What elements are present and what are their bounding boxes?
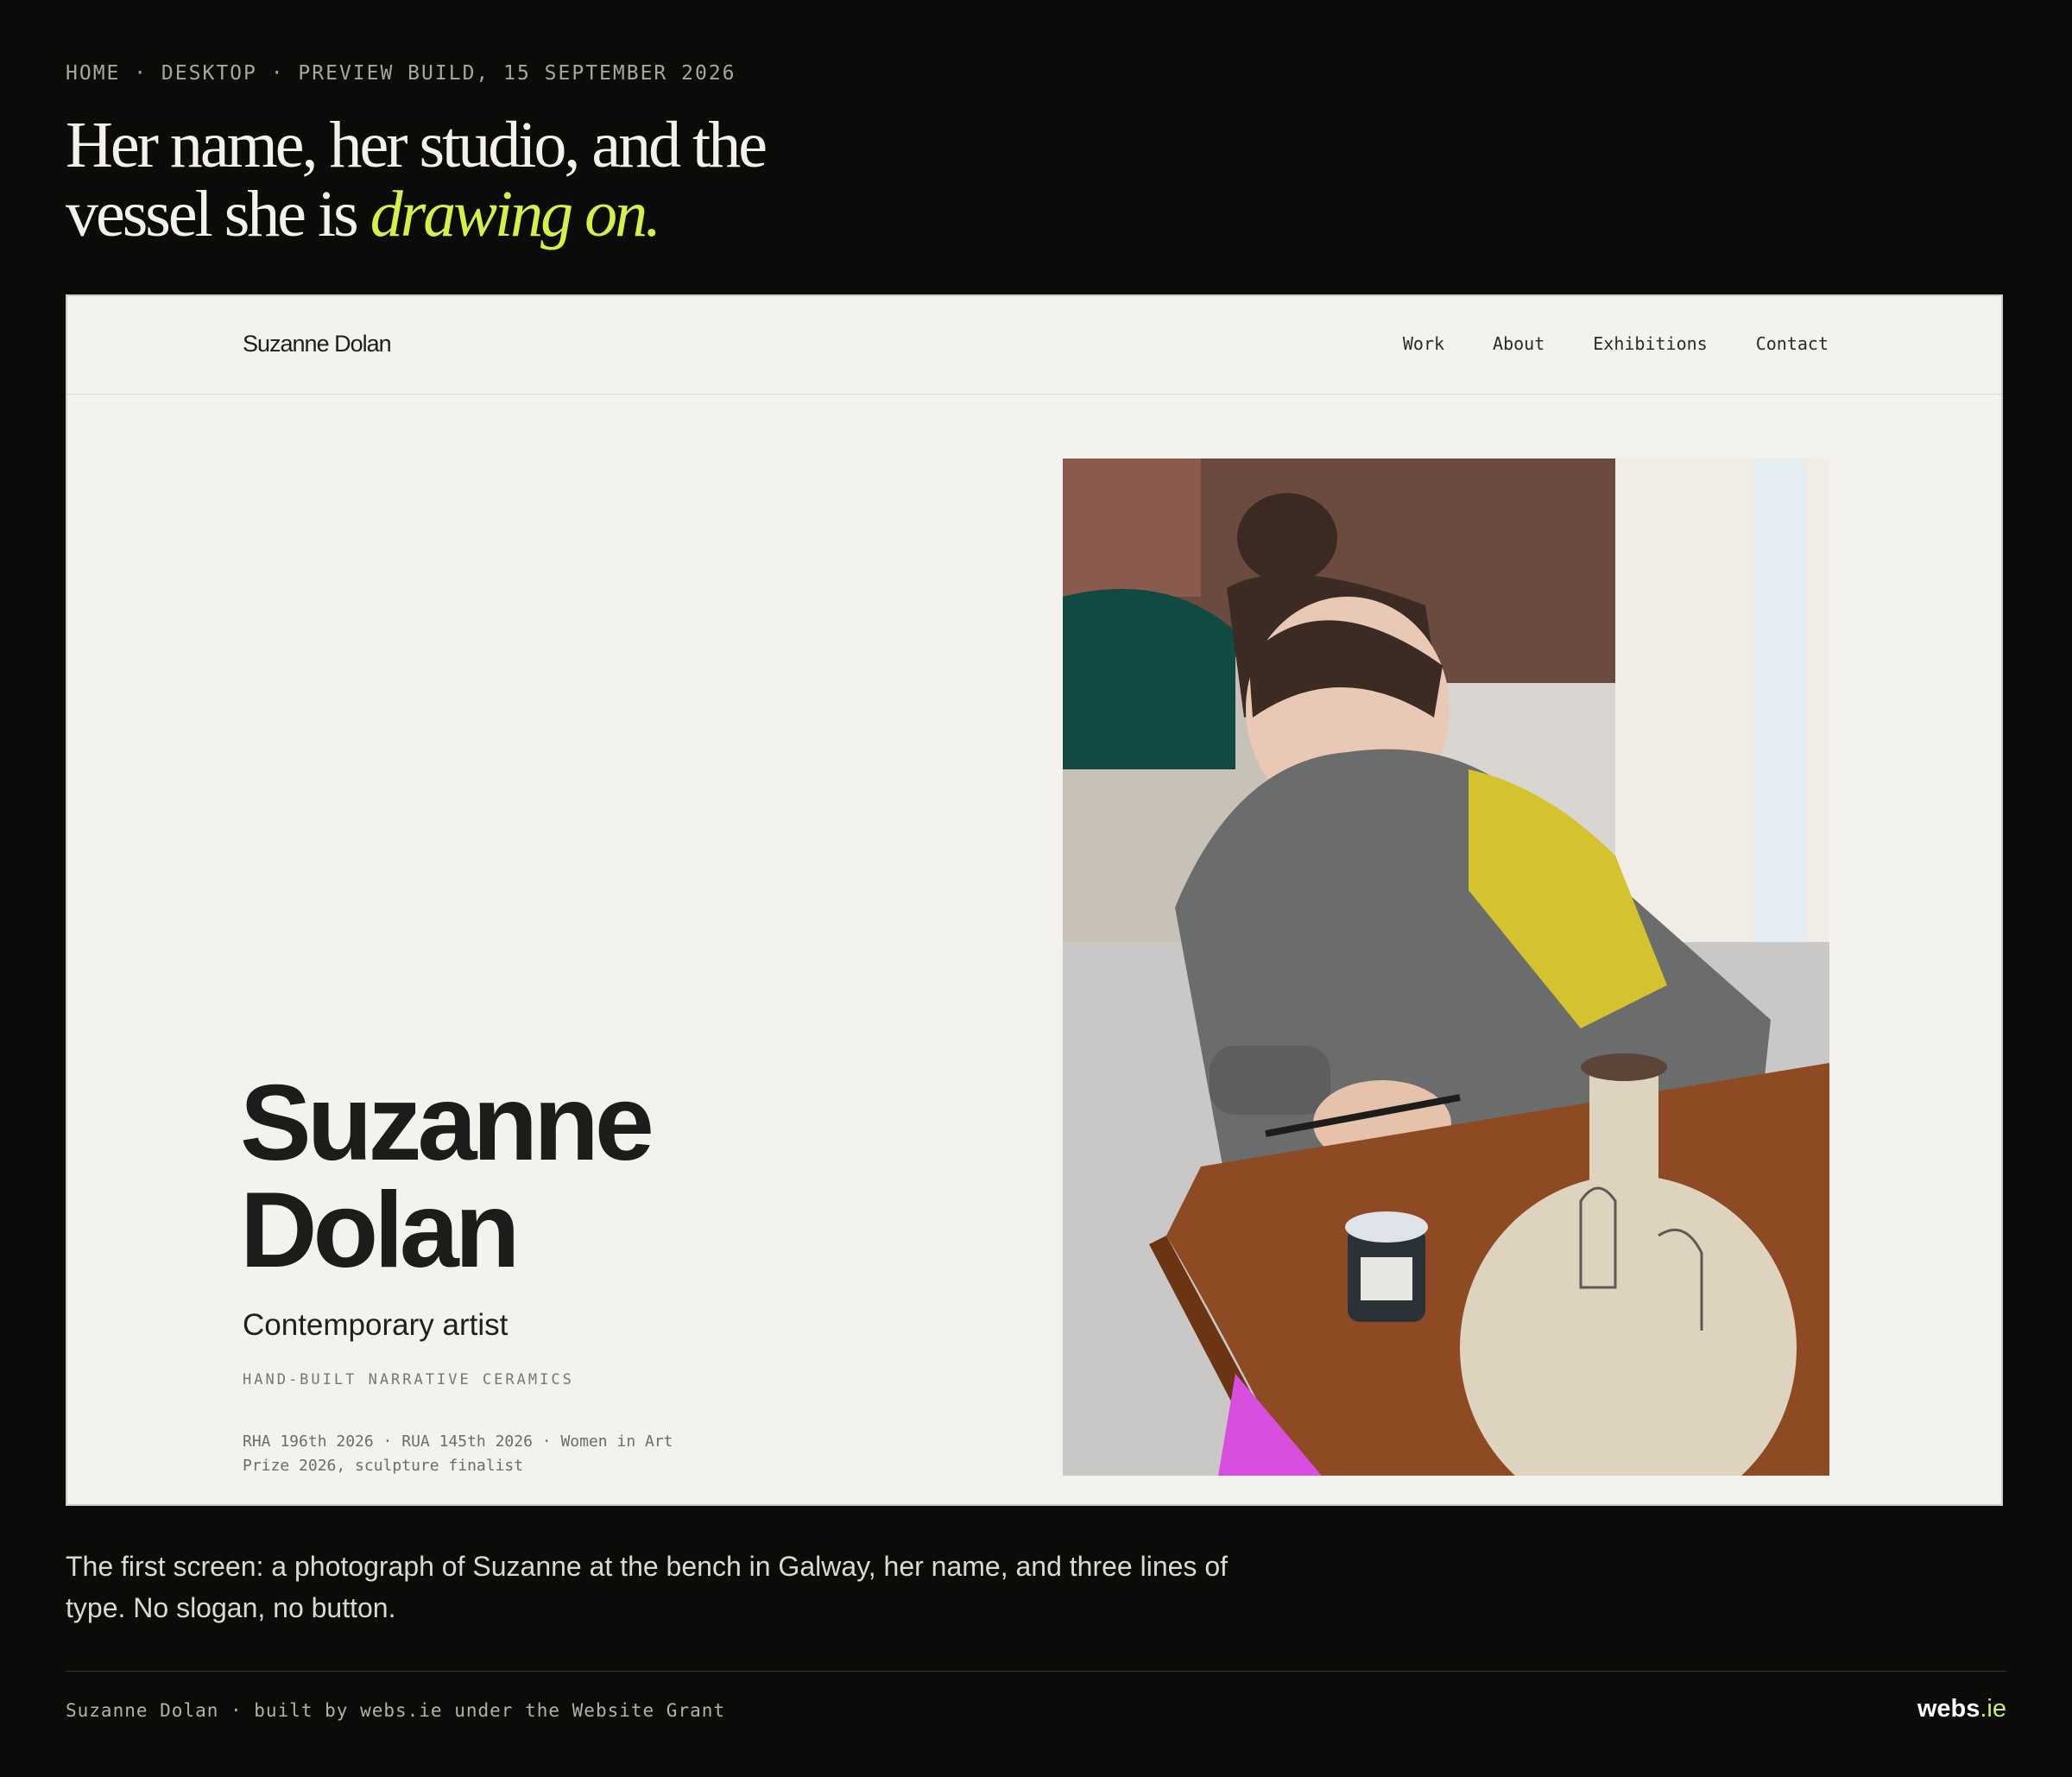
headline-accent: drawing on.: [370, 178, 661, 250]
footer-brand-logo[interactable]: webs.ie: [1917, 1695, 2006, 1723]
awards-line-1: RHA 196th 2026 · RUA 145th 2026 · Women …: [243, 1432, 673, 1451]
hero-photo-artist-at-bench: [1063, 458, 1829, 1476]
desktop-preview-frame: Suzanne Dolan Work About Exhibitions Con…: [66, 294, 2003, 1506]
hero-awards: RHA 196th 2026 · RUA 145th 2026 · Women …: [243, 1430, 778, 1478]
hero-name-last: Dolan: [240, 1171, 520, 1290]
breadcrumb: HOME · DESKTOP · PREVIEW BUILD, 15 SEPTE…: [66, 62, 736, 85]
headline-line-2: vessel she is: [66, 178, 370, 250]
hero-name-first: Suzanne: [240, 1064, 654, 1183]
brand-name: webs: [1917, 1695, 1980, 1723]
nav-about[interactable]: About: [1493, 333, 1545, 354]
awards-line-2: Prize 2026, sculpture finalist: [243, 1457, 524, 1475]
page-headline: Her name, her studio, and the vessel she…: [66, 111, 843, 249]
hero-artist-name: Suzanne Dolan: [240, 1070, 654, 1284]
nav-work[interactable]: Work: [1403, 333, 1444, 354]
footer-divider: [66, 1671, 2006, 1672]
nav-exhibitions[interactable]: Exhibitions: [1593, 333, 1707, 354]
hero-role: Contemporary artist: [243, 1308, 509, 1342]
footer-credit: Suzanne Dolan · built by webs.ie under t…: [66, 1700, 726, 1721]
headline-line-1: Her name, her studio, and the: [66, 109, 768, 181]
site-logo[interactable]: Suzanne Dolan: [243, 331, 392, 357]
site-nav: Work About Exhibitions Contact: [1403, 333, 1829, 354]
hero-discipline: HAND-BUILT NARRATIVE CERAMICS: [243, 1371, 574, 1388]
preview-caption: The first screen: a photograph of Suzann…: [66, 1551, 1228, 1623]
nav-contact[interactable]: Contact: [1756, 333, 1829, 354]
brand-tld: .ie: [1980, 1695, 2006, 1723]
site-header: Suzanne Dolan Work About Exhibitions Con…: [67, 296, 2001, 395]
